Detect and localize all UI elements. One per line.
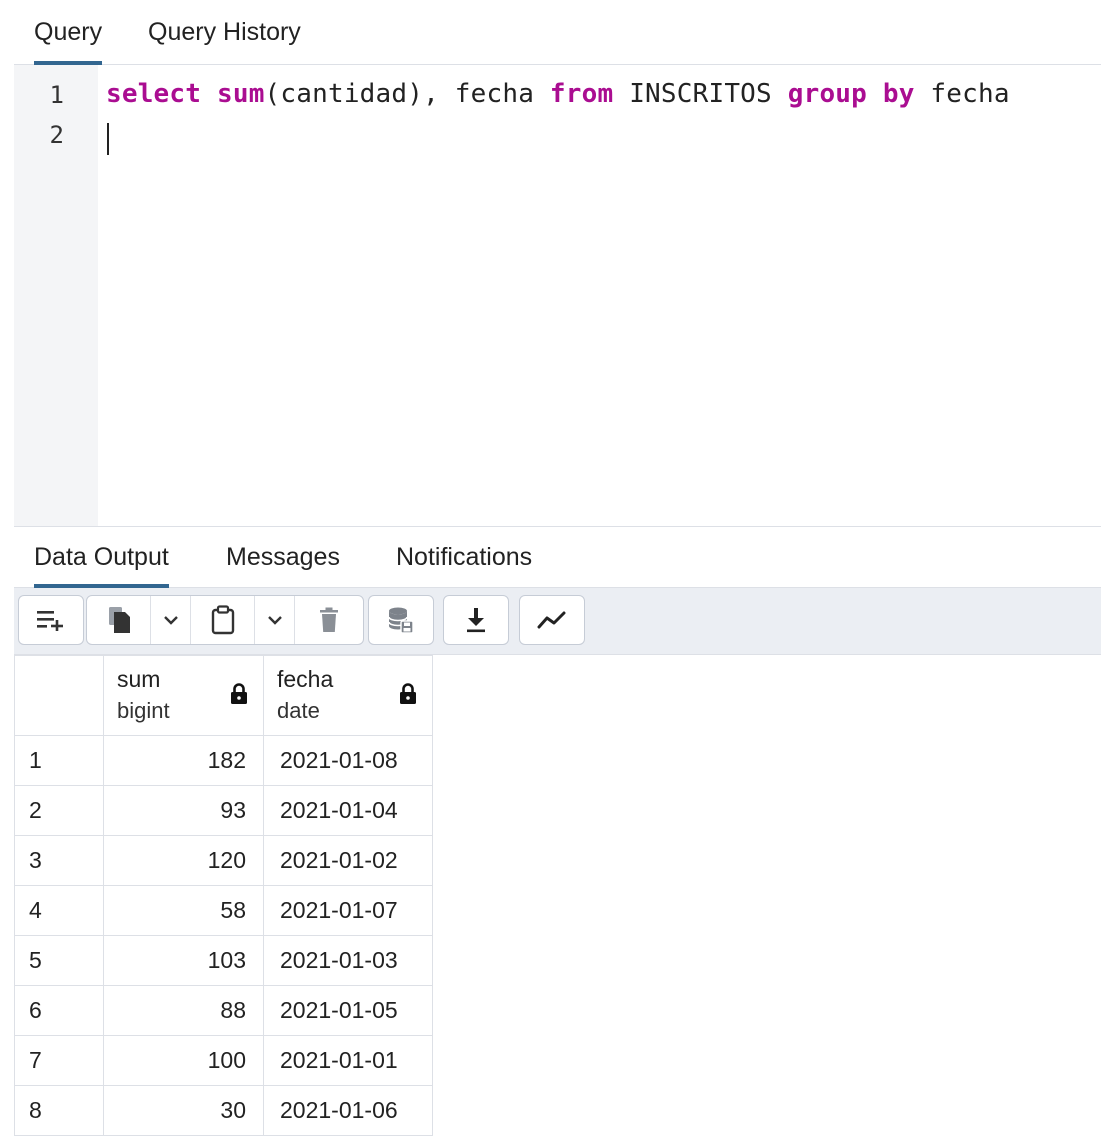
row-number[interactable]: 4 — [14, 885, 104, 936]
row-number[interactable]: 3 — [14, 835, 104, 886]
column-header-fecha[interactable]: fecha date — [263, 655, 433, 736]
cell-fecha[interactable]: 2021-01-01 — [263, 1035, 433, 1086]
cell-fecha[interactable]: 2021-01-08 — [263, 735, 433, 786]
cell-fecha[interactable]: 2021-01-02 — [263, 835, 433, 886]
add-row-group — [18, 595, 84, 645]
column-name: fecha — [277, 666, 334, 692]
cell-sum[interactable]: 103 — [103, 935, 264, 986]
cell-sum[interactable]: 30 — [103, 1085, 264, 1136]
row-number-header[interactable] — [14, 655, 104, 736]
text-cursor — [107, 123, 109, 155]
delete-button[interactable] — [295, 596, 363, 644]
cell-fecha[interactable]: 2021-01-03 — [263, 935, 433, 986]
download-icon — [465, 607, 487, 633]
column-type: bigint — [117, 698, 170, 723]
table-row[interactable]: 8 30 2021-01-06 — [14, 1085, 433, 1136]
chevron-down-icon — [267, 614, 283, 626]
row-number[interactable]: 6 — [14, 985, 104, 1036]
cell-sum[interactable]: 120 — [103, 835, 264, 886]
cell-sum[interactable]: 58 — [103, 885, 264, 936]
paste-options-button[interactable] — [255, 596, 295, 644]
paste-button[interactable] — [191, 596, 255, 644]
data-output-toolbar — [14, 588, 1101, 655]
row-number[interactable]: 1 — [14, 735, 104, 786]
code-text: INSCRITOS — [613, 79, 788, 109]
code-text: fecha — [914, 79, 1010, 109]
output-tab-bar: Data Output Messages Notifications — [14, 527, 1101, 588]
table-row[interactable]: 2 93 2021-01-04 — [14, 785, 433, 836]
column-name: sum — [117, 666, 161, 692]
keyword-select: select — [106, 79, 202, 109]
column-type: date — [277, 698, 320, 723]
cell-fecha[interactable]: 2021-01-05 — [263, 985, 433, 1036]
add-row-icon — [36, 609, 66, 631]
code-line-1[interactable]: select sum(cantidad), fecha from INSCRIT… — [106, 79, 1010, 109]
add-row-button[interactable] — [19, 596, 83, 644]
keyword-from: from — [549, 79, 614, 109]
editor-tab-bar: Query Query History — [14, 0, 1101, 65]
save-group — [368, 595, 434, 645]
function-sum: sum — [216, 79, 265, 109]
chevron-down-icon — [163, 614, 179, 626]
copy-options-button[interactable] — [151, 596, 191, 644]
cell-fecha[interactable]: 2021-01-04 — [263, 785, 433, 836]
graph-group — [519, 595, 585, 645]
table-row[interactable]: 4 58 2021-01-07 — [14, 885, 433, 936]
table-row[interactable]: 6 88 2021-01-05 — [14, 985, 433, 1036]
tab-data-output[interactable]: Data Output — [34, 527, 169, 588]
copy-icon — [107, 606, 131, 634]
line-number: 2 — [49, 121, 64, 149]
tab-messages[interactable]: Messages — [226, 527, 340, 587]
code-text: (cantidad), fecha — [264, 79, 550, 109]
paste-icon — [210, 605, 236, 635]
download-group — [443, 595, 509, 645]
tab-notifications[interactable]: Notifications — [396, 527, 532, 587]
tab-query[interactable]: Query — [34, 0, 103, 65]
edit-group — [86, 595, 364, 645]
save-data-button[interactable] — [369, 596, 433, 644]
cell-sum[interactable]: 100 — [103, 1035, 264, 1086]
table-row[interactable]: 1 182 2021-01-08 — [14, 735, 433, 786]
download-button[interactable] — [444, 596, 508, 644]
row-number[interactable]: 8 — [14, 1085, 104, 1136]
graph-icon — [537, 610, 567, 630]
table-row[interactable]: 7 100 2021-01-01 — [14, 1035, 433, 1086]
keyword-group-by: group by — [787, 79, 915, 109]
cell-fecha[interactable]: 2021-01-06 — [263, 1085, 433, 1136]
cell-sum[interactable]: 88 — [103, 985, 264, 1036]
line-number-gutter: 1 2 — [14, 65, 98, 526]
column-header-sum[interactable]: sum bigint — [103, 655, 264, 736]
lock-icon — [230, 683, 248, 711]
line-number: 1 — [49, 81, 64, 109]
sql-editor[interactable]: 1 2 select sum(cantidad), fecha from INS… — [14, 65, 1101, 527]
tab-query-history[interactable]: Query History — [148, 0, 301, 64]
delete-icon — [319, 607, 339, 633]
cell-sum[interactable]: 182 — [103, 735, 264, 786]
lock-icon — [399, 683, 417, 711]
save-data-icon — [387, 606, 415, 634]
row-number[interactable]: 2 — [14, 785, 104, 836]
row-number[interactable]: 5 — [14, 935, 104, 986]
cell-sum[interactable]: 93 — [103, 785, 264, 836]
copy-button[interactable] — [87, 596, 151, 644]
table-row[interactable]: 3 120 2021-01-02 — [14, 835, 433, 886]
left-edge — [0, 0, 14, 1142]
cell-fecha[interactable]: 2021-01-07 — [263, 885, 433, 936]
graph-visualiser-button[interactable] — [520, 596, 584, 644]
data-output-grid: sum bigint fecha date 1 182 2021-01-08 2… — [14, 655, 433, 1136]
row-number[interactable]: 7 — [14, 1035, 104, 1086]
table-row[interactable]: 5 103 2021-01-03 — [14, 935, 433, 986]
